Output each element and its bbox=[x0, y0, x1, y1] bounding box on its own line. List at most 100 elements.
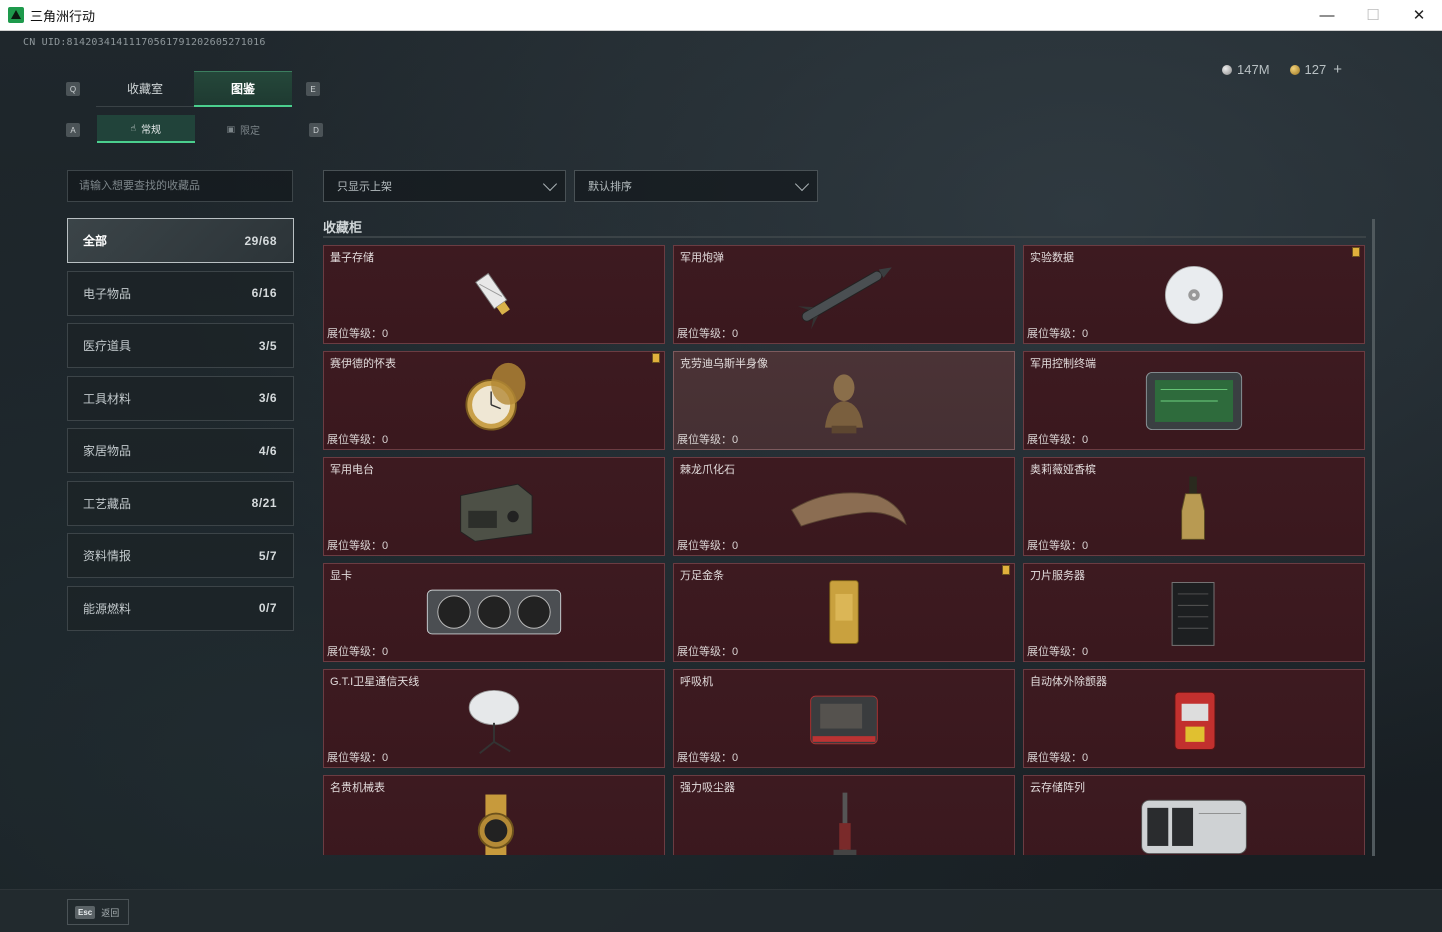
item-name: 名贵机械表 bbox=[330, 782, 385, 794]
collection-card[interactable]: 棘龙爪化石 展位等级：0 bbox=[673, 457, 1015, 556]
graphics-card-icon bbox=[426, 589, 562, 634]
shelf-filter-value: 只显示上架 bbox=[337, 181, 392, 193]
item-name: 实验数据 bbox=[1030, 252, 1074, 264]
item-name: G.T.I卫星通信天线 bbox=[330, 676, 420, 688]
item-name: 显卡 bbox=[330, 570, 352, 582]
item-name: 棘龙爪化石 bbox=[680, 464, 735, 476]
sort-dropdown[interactable]: 默认排序 bbox=[574, 170, 818, 202]
pocket-watch-icon bbox=[465, 362, 526, 431]
bottom-bar: Esc 返回 bbox=[0, 889, 1442, 932]
category-count: 0/7 bbox=[258, 601, 277, 615]
back-button[interactable]: Esc 返回 bbox=[67, 899, 129, 925]
collection-card[interactable]: 量子存储 展位等级：0 bbox=[323, 245, 665, 344]
collection-card[interactable]: 呼吸机 展位等级：0 bbox=[673, 669, 1015, 768]
wristwatch-icon bbox=[477, 794, 514, 855]
category-count: 6/16 bbox=[251, 286, 277, 300]
currency-gold: 127 + bbox=[1289, 61, 1342, 78]
user-uid: CN UID:814203414111705617912026052710​16 bbox=[23, 37, 266, 48]
category-all[interactable]: 全部 29/68 bbox=[67, 218, 294, 263]
back-label: 返回 bbox=[101, 907, 120, 918]
category-tools[interactable]: 工具材料 3/6 bbox=[67, 375, 294, 421]
category-count: 8/21 bbox=[251, 496, 277, 510]
category-energy[interactable]: 能源燃料 0/7 bbox=[67, 585, 294, 631]
app-main: CN UID:814203414111705617912026052710​16… bbox=[0, 31, 1442, 932]
item-name: 刀片服务器 bbox=[1030, 570, 1085, 582]
collection-card[interactable]: 奥莉薇娅香槟 展位等级：0 bbox=[1023, 457, 1365, 556]
disc-icon bbox=[1164, 265, 1224, 324]
new-badge-icon bbox=[652, 353, 660, 363]
key-hint-a: A bbox=[66, 123, 80, 137]
collection-card[interactable]: 军用炮弹 展位等级：0 bbox=[673, 245, 1015, 344]
category-label: 资料情报 bbox=[83, 549, 132, 563]
gold-amount: 127 bbox=[1304, 62, 1327, 77]
silver-amount: 147M bbox=[1237, 62, 1270, 77]
collection-card[interactable]: 名贵机械表展位等级：0 bbox=[323, 775, 665, 855]
shelf-level: 展位等级：0 bbox=[677, 646, 739, 658]
collection-card[interactable]: 赛伊德的怀表 展位等级：0 bbox=[323, 351, 665, 450]
collection-card[interactable]: 显卡展位等级：0 bbox=[323, 563, 665, 662]
shelf-level: 展位等级：0 bbox=[1027, 646, 1089, 658]
close-button[interactable]: ✕ bbox=[1396, 0, 1442, 31]
collection-card[interactable]: 万足金条 展位等级：0 bbox=[673, 563, 1015, 662]
category-household[interactable]: 家居物品 4/6 bbox=[67, 428, 294, 473]
tab-limited[interactable]: ▣ 限定 bbox=[195, 115, 293, 143]
tab-catalog[interactable]: 图鉴 bbox=[194, 71, 292, 107]
new-badge-icon bbox=[1352, 247, 1360, 257]
collection-card[interactable]: 军用控制终端 展位等级：0 bbox=[1023, 351, 1365, 450]
collection-card[interactable]: 实验数据 展位等级：0 bbox=[1023, 245, 1365, 344]
category-medical[interactable]: 医疗道具 3/5 bbox=[67, 323, 294, 368]
item-name: 克劳迪乌斯半身像 bbox=[680, 358, 768, 370]
shelf-level: 展位等级：0 bbox=[1027, 752, 1089, 764]
missile-icon bbox=[797, 266, 892, 329]
category-label: 电子物品 bbox=[83, 286, 132, 301]
minimize-button[interactable]: — bbox=[1304, 0, 1350, 31]
collection-card[interactable]: G.T.I卫星通信天线 展位等级：0 bbox=[323, 669, 665, 768]
item-name: 军用炮弹 bbox=[680, 252, 724, 264]
shelf-filter-dropdown[interactable]: 只显示上架 bbox=[323, 170, 566, 202]
claw-fossil-icon bbox=[790, 491, 907, 527]
category-crafts[interactable]: 工艺藏品 8/21 bbox=[67, 480, 294, 526]
tab-collection-room[interactable]: 收藏室 bbox=[96, 71, 194, 107]
section-title: 收藏柜 bbox=[323, 220, 363, 235]
maximize-button[interactable]: ☐ bbox=[1350, 0, 1396, 31]
bust-statue-icon bbox=[824, 373, 864, 433]
shelf-level: 展位等级：0 bbox=[327, 646, 389, 658]
collection-card[interactable]: 军用电台 展位等级：0 bbox=[323, 457, 665, 556]
tab-regular[interactable]: ☝ 常规 bbox=[97, 115, 195, 143]
item-name: 量子存储 bbox=[330, 252, 374, 264]
search-input[interactable] bbox=[67, 170, 293, 202]
gold-bar-icon bbox=[829, 579, 859, 644]
server-icon bbox=[1171, 581, 1215, 646]
new-badge-icon bbox=[1002, 565, 1010, 575]
category-label: 医疗道具 bbox=[83, 339, 132, 353]
collection-card[interactable]: 强力吸尘器展位等级：0 bbox=[673, 775, 1015, 855]
category-intel[interactable]: 资料情报 5/7 bbox=[67, 533, 294, 578]
collection-card[interactable]: 自动体外除颤器 展位等级：0 bbox=[1023, 669, 1365, 768]
item-name: 奥莉薇娅香槟 bbox=[1030, 464, 1096, 476]
key-hint-e: E bbox=[306, 82, 320, 96]
item-name: 强力吸尘器 bbox=[680, 782, 735, 794]
collection-card[interactable]: 云存储阵列展位等级：0 bbox=[1023, 775, 1365, 855]
gold-coin-icon bbox=[1289, 64, 1300, 75]
sort-value: 默认排序 bbox=[588, 181, 632, 193]
window-title: 三角洲行动 bbox=[30, 8, 96, 24]
ventilator-icon bbox=[810, 695, 878, 744]
add-currency-button[interactable]: + bbox=[1333, 61, 1342, 78]
main-tabs: 收藏室 图鉴 bbox=[96, 71, 292, 107]
collection-card[interactable]: 克劳迪乌斯半身像 展位等级：0 bbox=[673, 351, 1015, 450]
defibrillator-icon bbox=[1174, 691, 1216, 750]
tab-regular-label: 常规 bbox=[140, 124, 161, 136]
storage-array-icon bbox=[1141, 799, 1247, 854]
item-name: 云存储阵列 bbox=[1030, 782, 1085, 794]
tab-limited-label: 限定 bbox=[240, 125, 260, 137]
category-label: 全部 bbox=[83, 234, 108, 248]
radio-icon bbox=[460, 483, 533, 542]
shelf-level: 展位等级：0 bbox=[327, 434, 389, 446]
scrollbar[interactable] bbox=[1372, 219, 1375, 856]
collection-grid-viewport: 量子存储 展位等级：0 军用炮弹 展位等级：0 实验数据 展位等级：0 赛伊德的怀表 展位等级… bbox=[323, 245, 1367, 855]
item-name: 军用控制终端 bbox=[1030, 358, 1096, 370]
image-icon: ▣ bbox=[226, 123, 235, 134]
collection-card[interactable]: 刀片服务器展位等级：0 bbox=[1023, 563, 1365, 662]
category-electronics[interactable]: 电子物品 6/16 bbox=[67, 270, 294, 316]
category-label: 能源燃料 bbox=[83, 601, 132, 616]
